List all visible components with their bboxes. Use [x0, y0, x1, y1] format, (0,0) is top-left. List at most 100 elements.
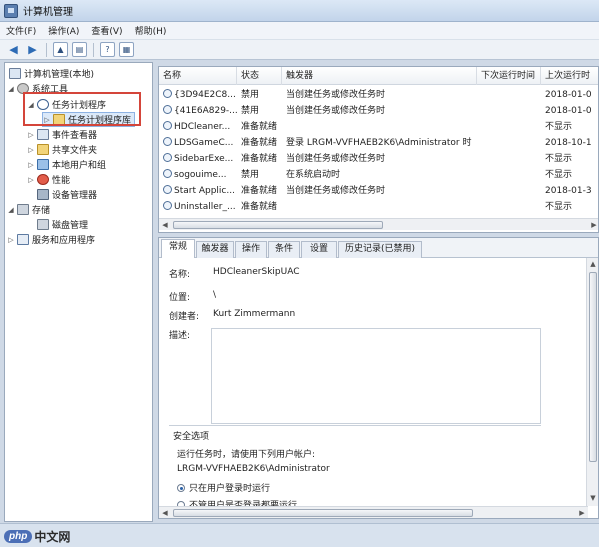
menu-help[interactable]: 帮助(H) — [135, 24, 167, 37]
computer-icon — [9, 68, 21, 79]
security-options-title: 安全选项 — [173, 432, 210, 442]
detail-tabs: 常规 触发器 操作 条件 设置 历史记录(已禁用) — [159, 238, 598, 258]
column-header-trigger[interactable]: 触发器 — [282, 67, 477, 85]
task-last-run: 2018-10-1 — [545, 138, 592, 148]
task-detail-panel: 常规 触发器 操作 条件 设置 历史记录(已禁用) 名称: HDCleanerS… — [158, 237, 599, 519]
name-value[interactable]: HDCleanerSkipUAC — [213, 267, 299, 277]
tree-item-event-viewer[interactable]: ▷ 事件查看器 — [27, 127, 97, 142]
menu-view[interactable]: 查看(V) — [91, 24, 122, 37]
author-label: 创建者: — [169, 312, 200, 322]
tree-item-local-users-groups[interactable]: ▷ 本地用户和组 — [27, 157, 106, 172]
task-name: {41E6A829-... — [174, 106, 237, 116]
table-row[interactable]: Start Applic... 准备就绪 当创建任务或修改任务时 2018-01… — [159, 183, 598, 199]
menu-file[interactable]: 文件(F) — [6, 24, 36, 37]
tab-actions[interactable]: 操作 — [235, 241, 267, 258]
show-hide-tree-icon[interactable]: ▤ — [72, 42, 87, 57]
table-row[interactable]: HDCleaner... 准备就绪 不显示 — [159, 119, 598, 135]
table-row[interactable]: Uninstaller_... 准备就绪 不显示 — [159, 199, 598, 215]
event-viewer-icon — [37, 129, 49, 140]
scrollbar-thumb[interactable] — [173, 509, 473, 517]
tree-item-label: 共享文件夹 — [52, 146, 98, 156]
table-row[interactable]: sogouime... 禁用 在系统启动时 不显示 — [159, 167, 598, 183]
radio-label: 只在用户登录时运行 — [189, 484, 271, 494]
tab-general[interactable]: 常规 — [161, 239, 195, 258]
task-icon — [163, 185, 172, 194]
expand-triangle-icon[interactable]: ▷ — [27, 176, 35, 184]
column-header-last-run[interactable]: 上次运行时 — [541, 67, 598, 85]
task-name: sogouime... — [174, 170, 227, 180]
expand-triangle-icon[interactable]: ▷ — [27, 161, 35, 169]
title-bar: 计算机管理 — [0, 0, 599, 22]
table-row[interactable]: SidebarExe... 准备就绪 当创建任务或修改任务时 不显示 — [159, 151, 598, 167]
forward-arrow-icon[interactable]: ▶ — [25, 42, 40, 57]
tree-item-label: 磁盘管理 — [52, 221, 89, 231]
column-header-name[interactable]: 名称 — [159, 67, 237, 85]
expand-triangle-icon[interactable]: ▷ — [27, 146, 35, 154]
scroll-right-icon[interactable]: ▶ — [576, 507, 588, 518]
task-next-run — [477, 135, 541, 151]
tree-item-device-manager[interactable]: 设备管理器 — [35, 187, 97, 202]
task-icon — [163, 153, 172, 162]
column-header-next-run[interactable]: 下次运行时间 — [477, 67, 541, 85]
scroll-up-icon[interactable]: ▲ — [587, 258, 598, 270]
author-value[interactable]: Kurt Zimmermann — [213, 309, 295, 319]
tree-item-storage[interactable]: ◢ 存储 — [7, 202, 50, 217]
tree-item-performance[interactable]: ▷ 性能 — [27, 172, 70, 187]
detail-horizontal-scrollbar[interactable]: ◀ ▶ — [159, 506, 588, 518]
toolbar-separator — [46, 42, 47, 57]
toolbar-separator — [93, 42, 94, 57]
scrollbar-thumb[interactable] — [173, 221, 383, 229]
tab-triggers[interactable]: 触发器 — [196, 241, 234, 258]
run-as-label: 运行任务时，请使用下列用户帐户: — [177, 450, 316, 460]
security-options-group: 安全选项 运行任务时，请使用下列用户帐户: LRGM-VVFHAEB2K6\Ad… — [169, 425, 541, 511]
task-status: 禁用 — [241, 90, 260, 100]
menu-action[interactable]: 操作(A) — [48, 24, 79, 37]
column-header-status[interactable]: 状态 — [237, 67, 282, 85]
task-next-run — [477, 167, 541, 183]
scroll-left-icon[interactable]: ◀ — [159, 507, 171, 518]
watermark-suffix: 中文网 — [34, 529, 71, 544]
task-icon — [163, 105, 172, 114]
tab-settings[interactable]: 设置 — [301, 241, 337, 258]
properties-icon[interactable]: ▦ — [119, 42, 134, 57]
tab-conditions[interactable]: 条件 — [268, 241, 300, 258]
tree-item-disk-management[interactable]: 磁盘管理 — [35, 217, 88, 232]
task-icon — [163, 121, 172, 130]
collapse-triangle-icon[interactable]: ◢ — [7, 206, 15, 214]
task-status: 准备就绪 — [241, 138, 278, 148]
scrollbar-thumb[interactable] — [589, 272, 597, 462]
scroll-down-icon[interactable]: ▼ — [587, 492, 598, 504]
table-row[interactable]: {3D94E2C8... 禁用 当创建任务或修改任务时 2018-01-0 — [159, 87, 598, 103]
task-status: 禁用 — [241, 106, 260, 116]
help-icon[interactable]: ? — [100, 42, 115, 57]
description-textarea[interactable] — [211, 328, 541, 424]
name-label: 名称: — [169, 270, 191, 280]
task-icon — [163, 137, 172, 146]
users-icon — [37, 159, 49, 170]
tree-item-services-apps[interactable]: ▷ 服务和应用程序 — [7, 232, 95, 247]
expand-triangle-icon[interactable]: ▷ — [7, 236, 15, 244]
tree-item-label: 本地用户和组 — [52, 161, 107, 171]
description-label: 描述: — [169, 331, 191, 341]
back-arrow-icon[interactable]: ◀ — [6, 42, 21, 57]
tree-item-root[interactable]: 计算机管理(本地) — [7, 66, 94, 81]
detail-vertical-scrollbar[interactable]: ▲ ▼ — [586, 258, 598, 506]
radio-run-logged-on[interactable]: 只在用户登录时运行 — [177, 481, 270, 494]
expand-triangle-icon[interactable]: ▷ — [27, 131, 35, 139]
collapse-triangle-icon[interactable]: ◢ — [7, 85, 15, 93]
task-list-horizontal-scrollbar[interactable]: ◀ ▶ — [159, 218, 598, 231]
tab-history[interactable]: 历史记录(已禁用) — [338, 241, 422, 258]
table-row[interactable]: LDSGameC... 准备就绪 登录 LRGM-VVFHAEB2K6\Admi… — [159, 135, 598, 151]
task-trigger — [282, 119, 477, 135]
tree-item-label: 设备管理器 — [52, 191, 98, 201]
task-trigger: 登录 LRGM-VVFHAEB2K6\Administrator 时 — [286, 138, 472, 148]
location-value[interactable]: \ — [213, 290, 216, 300]
task-name: HDCleaner... — [174, 122, 231, 132]
disk-icon — [37, 219, 49, 230]
scroll-right-icon[interactable]: ▶ — [588, 219, 598, 231]
tree-item-shared-folders[interactable]: ▷ 共享文件夹 — [27, 142, 97, 157]
scroll-left-icon[interactable]: ◀ — [159, 219, 171, 231]
table-row[interactable]: {41E6A829-... 禁用 当创建任务或修改任务时 2018-01-0 — [159, 103, 598, 119]
up-folder-icon[interactable]: ▲ — [53, 42, 68, 57]
radio-selected-icon[interactable] — [177, 484, 185, 492]
